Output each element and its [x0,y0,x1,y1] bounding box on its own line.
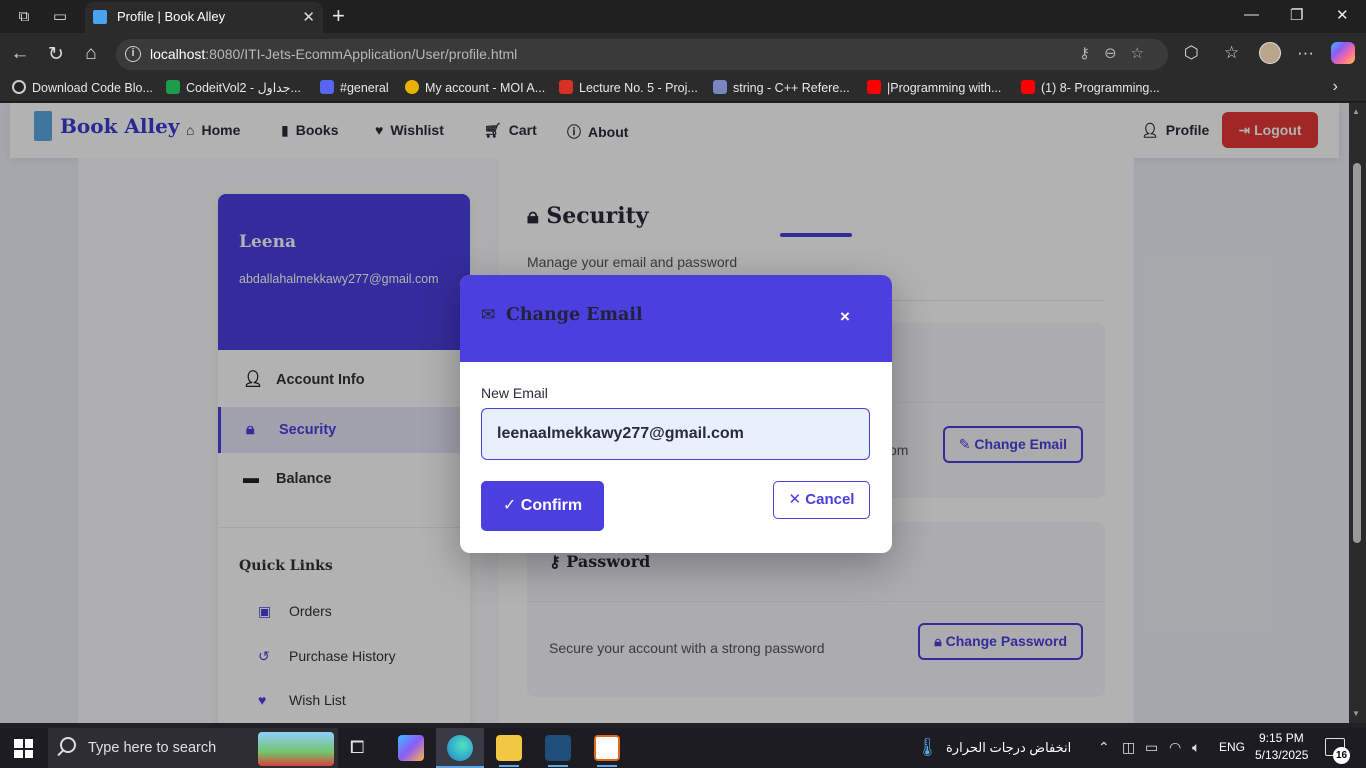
new-email-label: New Email [481,385,548,401]
x-icon: ✕ [788,491,806,508]
chevron-up-icon[interactable]: ⌃ [1098,739,1110,756]
clock-time[interactable]: 9:15 PM [1259,731,1304,745]
bookmark-icon [867,80,881,94]
task-view-icon[interactable]: ⧠ [350,737,364,758]
thermometer-icon: 🌡︎ [916,737,939,757]
change-email-modal: ✉ Change Email × New Email ✓ Confirm ✕ C… [460,275,892,553]
address-bar: ← ↻ ⌂ i localhost:8080/ITI-Jets-EcommApp… [0,33,1366,75]
browser-tab-bar: ⧉ ▭ Profile | Book Alley ✕ + — ❐ ✕ [0,0,1366,33]
copilot-app-icon[interactable] [398,735,424,761]
mysql-workbench-icon[interactable] [545,735,571,761]
page-scrollbar[interactable]: ▲ ▼ [1349,103,1366,723]
cancel-button[interactable]: ✕ Cancel [773,481,870,519]
cancel-label: Cancel [805,491,855,508]
app-running-indicator [548,765,568,767]
refresh-icon[interactable]: ↻ [45,43,67,66]
modal-header: ✉ Change Email × [460,275,892,362]
volume-icon[interactable]: 🔈︎ [1192,739,1200,756]
envelope-icon: ✉ [481,305,496,324]
app-running-indicator [597,765,617,767]
home-icon[interactable]: ⌂ [80,43,102,65]
browser-tab[interactable]: Profile | Book Alley ✕ [85,2,323,33]
clock-date[interactable]: 5/13/2025 [1255,748,1308,762]
restore-icon[interactable]: ❐ [1290,6,1303,24]
copilot-icon[interactable] [1331,42,1355,64]
scroll-up-icon[interactable]: ▲ [1352,107,1360,116]
tab-title: Profile | Book Alley [117,9,226,24]
url-path: :8080/ITI-Jets-EcommApplication/User/pro… [205,46,518,62]
battery-icon[interactable]: ▭ [1145,739,1158,756]
favorite-star-icon[interactable]: ☆ [1131,45,1158,62]
bookmark-label: Download Code Blo... [32,81,153,95]
close-window-icon[interactable]: ✕ [1336,6,1349,24]
profile-avatar[interactable] [1259,42,1281,64]
back-icon[interactable]: ← [9,43,31,65]
new-email-input[interactable] [481,408,870,460]
bookmark-icon [405,80,419,94]
minimize-icon[interactable]: — [1244,6,1259,23]
bookmark-label: My account - MOI A... [425,81,546,95]
confirm-label: Confirm [520,497,583,514]
extensions-icon[interactable]: ⬡ [1184,43,1199,63]
confirm-button[interactable]: ✓ Confirm [481,481,604,531]
favorites-icon[interactable]: ☆ [1224,43,1239,63]
new-tab-icon[interactable]: + [332,5,345,27]
url-text: localhost:8080/ITI-Jets-EcommApplication… [150,46,517,62]
password-key-icon[interactable]: ⚷ [1079,45,1104,62]
search-placeholder: Type here to search [88,740,217,756]
bookmark-item[interactable]: My account - MOI A... [405,80,545,95]
tab-close-icon[interactable]: ✕ [302,8,315,26]
tab-actions-icon[interactable]: ▭ [50,7,70,27]
workspaces-icon[interactable]: ⧉ [14,7,34,27]
bookmark-icon [1021,80,1035,94]
bookmark-item[interactable]: CodeitVol2 - جداول... [166,80,301,95]
notification-count: 16 [1333,747,1350,764]
bookmark-icon [166,80,180,94]
bookmark-label: #general [340,81,389,95]
url-field[interactable]: i localhost:8080/ITI-Jets-EcommApplicati… [116,39,1168,70]
site-info-icon[interactable]: i [125,46,141,62]
scroll-thumb[interactable] [1353,163,1361,543]
bookmarks-bar: Download Code Blo... CodeitVol2 - جداول.… [0,75,1366,102]
edge-app-icon[interactable] [447,735,473,761]
search-highlight-image [258,732,334,766]
modal-title: Change Email [506,305,643,325]
search-icon [60,737,76,753]
java-app-icon[interactable] [594,735,620,761]
weather-text[interactable]: انخفاض درجات الحرارة [946,740,1071,756]
bookmark-item[interactable]: #general [320,80,389,95]
check-icon: ✓ [502,497,521,514]
wifi-icon[interactable]: ◠ [1169,739,1181,756]
tab-favicon-icon [93,10,107,24]
close-icon[interactable]: × [840,307,850,327]
bookmark-item[interactable]: Download Code Blo... [12,80,153,95]
bookmark-item[interactable]: Lecture No. 5 - Proj... [559,80,698,95]
bookmark-label: |Programming with... [887,81,1002,95]
bookmark-label: (1) 8- Programming... [1041,81,1160,95]
windows-taskbar: Type here to search ⧠ 🌡︎ انخفاض درجات ال… [0,728,1366,768]
file-explorer-icon[interactable] [496,735,522,761]
zoom-icon[interactable]: ⊖ [1104,45,1131,62]
url-actions: ⚷⊖☆ [1079,44,1158,62]
bookmark-icon [713,80,727,94]
bookmark-item[interactable]: (1) 8- Programming... [1021,80,1160,95]
language-indicator[interactable]: ENG [1219,740,1245,754]
bookmark-item[interactable]: string - C++ Refere... [713,80,850,95]
bookmark-label: string - C++ Refere... [733,81,850,95]
chevron-right-icon[interactable]: › [1333,78,1338,96]
app-running-indicator [499,765,519,767]
more-menu-icon[interactable]: ··· [1297,43,1314,63]
bookmark-icon [12,80,26,94]
bookmark-item[interactable]: |Programming with... [867,80,1001,95]
meet-icon[interactable]: ◫ [1122,739,1135,756]
url-host: localhost [150,46,206,62]
bookmark-icon [320,80,334,94]
bookmark-icon [559,80,573,94]
scroll-down-icon[interactable]: ▼ [1352,709,1360,718]
windows-start-icon[interactable] [14,739,33,758]
bookmark-label: CodeitVol2 - جداول... [186,81,301,95]
bookmark-label: Lecture No. 5 - Proj... [579,81,698,95]
